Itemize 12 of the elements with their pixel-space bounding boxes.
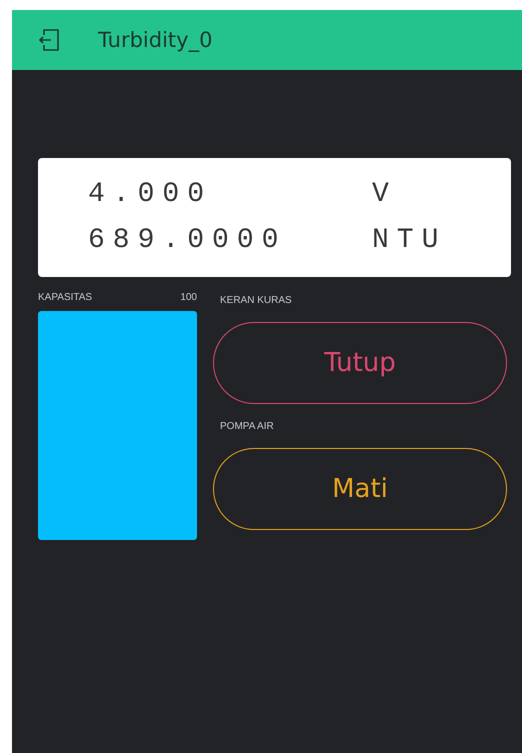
reading-value: 689.0000 — [88, 224, 288, 256]
reading-unit: V — [372, 178, 397, 210]
toggle-button[interactable]: Tutup — [213, 322, 507, 404]
reading-value: 4.000 — [88, 178, 214, 210]
screen-title: Turbidity_0 — [98, 28, 212, 52]
level-label: KAPASITAS — [38, 292, 92, 304]
toggle-button[interactable]: Mati — [213, 448, 507, 530]
button-label: KERAN KURAS — [219, 295, 293, 307]
exit-icon[interactable] — [38, 27, 62, 53]
reading-unit: NTU — [372, 224, 446, 256]
level-max: 100 — [180, 292, 197, 304]
button-label: POMPA AIR — [219, 421, 275, 433]
